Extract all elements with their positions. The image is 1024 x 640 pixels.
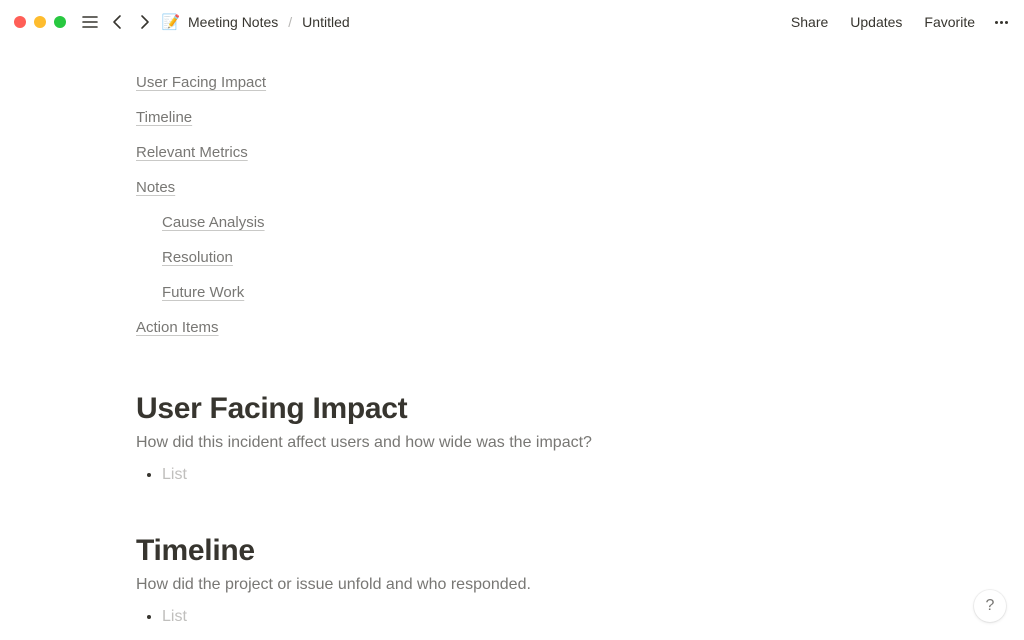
toc-link-user-facing-impact[interactable]: User Facing Impact xyxy=(136,68,266,97)
toc-link-future-work[interactable]: Future Work xyxy=(162,278,244,307)
heading-user-facing-impact[interactable]: User Facing Impact xyxy=(136,392,928,426)
bullet-list: List xyxy=(136,466,928,484)
toc-link-relevant-metrics[interactable]: Relevant Metrics xyxy=(136,138,248,167)
list-placeholder: List xyxy=(162,466,187,483)
breadcrumb-separator: / xyxy=(288,14,292,30)
page-content: User Facing Impact Timeline Relevant Met… xyxy=(0,44,1024,640)
maximize-window-button[interactable] xyxy=(54,16,66,28)
window-controls xyxy=(14,16,66,28)
table-of-contents: User Facing Impact Timeline Relevant Met… xyxy=(136,68,928,342)
list-item[interactable]: List xyxy=(162,608,928,626)
toc-link-resolution[interactable]: Resolution xyxy=(162,243,233,272)
list-placeholder: List xyxy=(162,608,187,625)
list-item[interactable]: List xyxy=(162,466,928,484)
toc-link-action-items[interactable]: Action Items xyxy=(136,313,219,342)
section-description[interactable]: How did the project or issue unfold and … xyxy=(136,576,928,594)
forward-button[interactable] xyxy=(132,10,156,34)
breadcrumb: Meeting Notes / Untitled xyxy=(184,12,354,32)
hamburger-menu-icon[interactable] xyxy=(78,10,102,34)
heading-timeline[interactable]: Timeline xyxy=(136,534,928,568)
bullet-list: List xyxy=(136,608,928,626)
close-window-button[interactable] xyxy=(14,16,26,28)
breadcrumb-current[interactable]: Untitled xyxy=(298,12,353,32)
back-button[interactable] xyxy=(106,10,130,34)
page-icon[interactable]: 📝 xyxy=(162,13,180,31)
toc-link-notes[interactable]: Notes xyxy=(136,173,175,202)
more-options-icon[interactable] xyxy=(993,21,1010,24)
breadcrumb-parent[interactable]: Meeting Notes xyxy=(184,12,282,32)
nav-arrows xyxy=(106,10,156,34)
toc-link-timeline[interactable]: Timeline xyxy=(136,103,192,132)
toc-link-cause-analysis[interactable]: Cause Analysis xyxy=(162,208,265,237)
section-description[interactable]: How did this incident affect users and h… xyxy=(136,434,928,452)
topbar: 📝 Meeting Notes / Untitled Share Updates… xyxy=(0,0,1024,44)
share-button[interactable]: Share xyxy=(787,12,832,32)
minimize-window-button[interactable] xyxy=(34,16,46,28)
updates-button[interactable]: Updates xyxy=(846,12,906,32)
help-button[interactable]: ? xyxy=(974,590,1006,622)
topbar-actions: Share Updates Favorite xyxy=(787,12,1010,32)
favorite-button[interactable]: Favorite xyxy=(920,12,979,32)
